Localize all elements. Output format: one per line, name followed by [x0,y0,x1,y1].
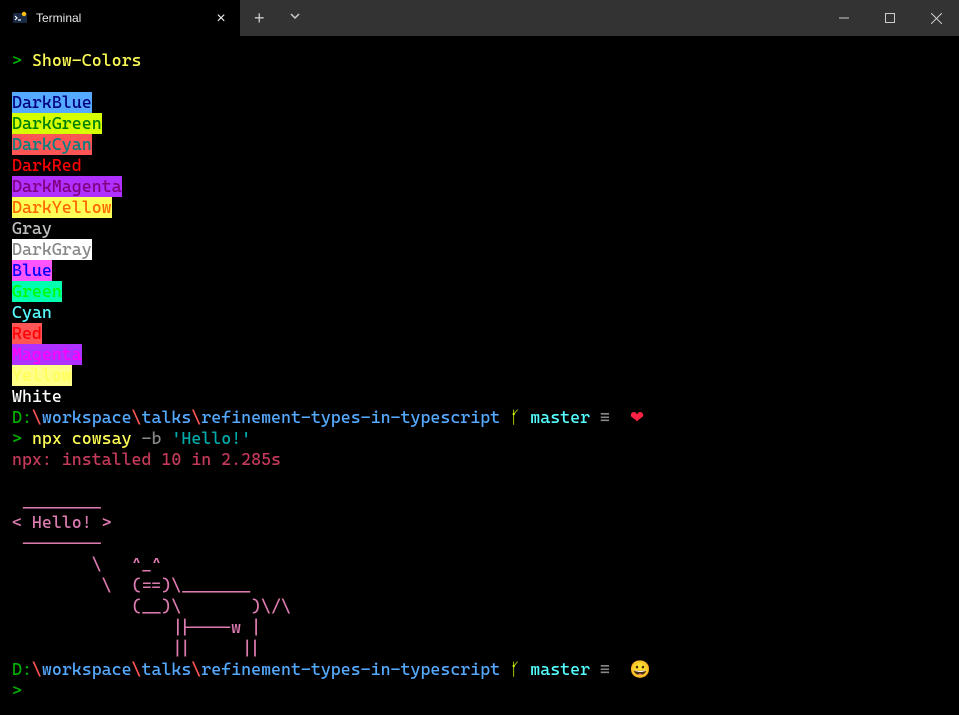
color-line: DarkMagenta [12,176,122,197]
color-line: Gray [12,218,52,239]
git-status-icon: ≡ [600,407,610,427]
color-line: Cyan [12,302,52,323]
color-line: Blue [12,260,52,281]
color-line: Red [12,323,42,344]
color-line: DarkGreen [12,113,102,134]
path-separator: \ [32,407,42,427]
tab-dropdown-button[interactable] [279,8,311,29]
path-segment: talks [142,407,192,427]
status-emoji: 😀 [630,659,651,679]
path-separator: \ [191,407,201,427]
npx-output: npx: installed 10 in 2.285s [12,449,281,469]
color-line: Magenta [12,344,82,365]
tab-close-button[interactable]: × [212,9,230,27]
command-cowsay: cowsay [72,428,132,448]
color-line: DarkCyan [12,134,92,155]
path-segment: refinement-types-in-typescript [201,407,500,427]
window-controls [821,0,959,36]
git-branch: master [530,659,590,679]
window-titlebar: Terminal × + [0,0,959,36]
git-branch-icon: ᚶ [510,407,520,427]
tab-strip: Terminal × + [0,0,311,36]
prompt-symbol: > [12,50,22,70]
git-status-icon: ≡ [600,659,610,679]
minimize-button[interactable] [821,0,867,36]
color-line: DarkBlue [12,92,92,113]
path-segment: talks [142,659,192,679]
color-list: Black DarkBlue DarkGreen DarkCyan DarkRe… [12,71,122,406]
close-button[interactable] [913,0,959,36]
color-line: Green [12,281,62,302]
terminal-output[interactable]: > Show-Colors Black DarkBlue DarkGreen D… [0,36,959,715]
path-drive: D: [12,659,32,679]
terminal-tab[interactable]: Terminal × [0,0,240,36]
prompt-path-line: D:\workspace\talks\refinement-types-in-t… [12,407,644,427]
terminal-tab-icon [12,10,28,26]
path-separator: \ [132,407,142,427]
tab-title: Terminal [36,8,204,29]
path-segment: refinement-types-in-typescript [201,659,500,679]
color-line: DarkYellow [12,197,112,218]
maximize-button[interactable] [867,0,913,36]
status-emoji: ❤ [630,407,644,427]
path-separator: \ [132,659,142,679]
command-flag: -b [142,428,162,448]
path-drive: D: [12,407,32,427]
color-line: DarkRed [12,155,82,176]
prompt-symbol: > [12,428,22,448]
git-branch-icon: ᚶ [510,659,520,679]
path-segment: workspace [42,659,132,679]
path-separator: \ [191,659,201,679]
color-line: White [12,386,62,407]
prompt-symbol: > [12,680,22,700]
color-line: Yellow [12,365,72,386]
command-npx: npx [32,428,62,448]
new-tab-button[interactable]: + [240,8,279,29]
command-text: Show-Colors [32,50,142,70]
color-line: Black [12,71,62,92]
color-line: DarkGray [12,239,92,260]
cowsay-art: ________ < Hello! > -------- \ ^_^ \ (==… [12,491,291,658]
git-branch: master [530,407,590,427]
command-string: 'Hello!' [171,428,251,448]
path-segment: workspace [42,407,132,427]
prompt-path-line: D:\workspace\talks\refinement-types-in-t… [12,659,651,679]
path-separator: \ [32,659,42,679]
